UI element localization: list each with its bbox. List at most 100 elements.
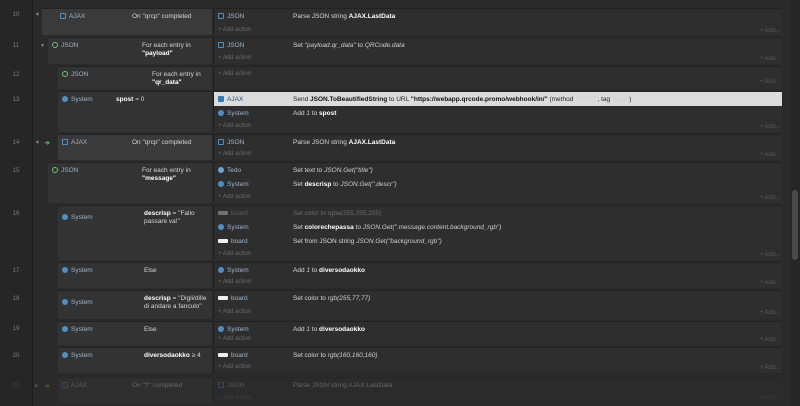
condition[interactable]: JSON For each entry in "payload": [48, 37, 212, 64]
add-row-link[interactable]: + Add...: [759, 28, 780, 34]
add-action-link[interactable]: + Add action: [218, 123, 251, 129]
loop-icon: [52, 42, 58, 49]
condition-object: System: [71, 352, 93, 359]
add-row-link[interactable]: + Add...: [759, 195, 780, 201]
event-row[interactable]: 15 JSON For each entry in "message" Tedo S…: [0, 162, 800, 203]
actions: AJAX Send JSON.ToBeautifiedString to URL …: [213, 91, 782, 132]
actions: board Set color to rgb(255,77,77) + Add a…: [213, 290, 782, 319]
condition[interactable]: System descrisp = "Fallo passare va!": [58, 205, 212, 260]
add-row-link[interactable]: + Add...: [759, 124, 780, 130]
action[interactable]: JSON Parse JSON string AJAX.LastData: [214, 9, 782, 23]
collapse-icon[interactable]: ▼: [35, 12, 40, 18]
action[interactable]: board Set color to rgb(255,77,77): [214, 291, 782, 305]
condition-text: spost = 0: [116, 96, 145, 103]
collapse-icon[interactable]: ▼: [35, 140, 40, 146]
action[interactable]: board Set color to rgb(160,160,160): [214, 348, 782, 362]
action[interactable]: JSON Parse JSON string AJAX.LastData: [214, 378, 782, 392]
condition-text: On "qrcp" completed: [132, 139, 192, 146]
line-number: 16: [12, 211, 20, 217]
board-icon: [218, 239, 228, 244]
action-disabled[interactable]: board Set color to rgba(255,255,255): [214, 206, 782, 220]
condition[interactable]: System spost = 0: [58, 91, 212, 132]
action-object: board: [231, 210, 248, 217]
event-row[interactable]: 12 JSON For each entry in "qr_data" + Add…: [0, 66, 800, 89]
condition-text: For each entry in "payload": [142, 42, 191, 57]
condition[interactable]: System Else: [58, 262, 212, 288]
event-row[interactable]: 13 System spost = 0 AJAX Send JSON.ToBeau…: [0, 91, 800, 132]
event-row[interactable]: 10 ▼ ➜ AJAX On "qrcp" completed JSONPars…: [0, 8, 800, 35]
action-selected[interactable]: AJAX Send JSON.ToBeautifiedString to URL …: [214, 92, 782, 106]
action-text: Send JSON.ToBeautifiedString to URL "htt…: [293, 96, 632, 103]
add-row-link[interactable]: + Add...: [759, 252, 780, 258]
action-text: Set color to rgb(255,77,77): [293, 295, 371, 302]
add-action-link[interactable]: + Add action: [218, 309, 251, 315]
condition[interactable]: System Else: [58, 321, 212, 345]
event-row[interactable]: 11 ▼ JSON For each entry in "payload" JSO…: [0, 37, 800, 64]
add-row-link[interactable]: + Add...: [759, 56, 780, 62]
condition[interactable]: JSON For each entry in "message": [48, 162, 212, 203]
scrollbar-thumb[interactable]: [792, 190, 798, 260]
add-action-link[interactable]: + Add action: [218, 151, 251, 157]
action-object: System: [227, 110, 249, 117]
line-number: 11: [12, 43, 20, 49]
line-number: 15: [12, 168, 20, 174]
add-action-link[interactable]: + Add action: [218, 395, 251, 401]
add-row-link[interactable]: + Add...: [759, 280, 780, 286]
add-action-link[interactable]: + Add action: [218, 336, 251, 342]
event-row[interactable]: 17 System Else System Add 1 to diversodao…: [0, 262, 800, 288]
condition-object: System: [71, 299, 93, 306]
event-row[interactable]: 19 System Else System Add 1 to diversodao…: [0, 321, 800, 345]
event-row[interactable]: 20 System diversodaokko ≥ 4 board Set col…: [0, 347, 800, 373]
action[interactable]: System Set colorechepassa to JSON.Get(".m…: [214, 220, 782, 234]
action[interactable]: board Set from JSON string JSON.Get("back…: [214, 234, 782, 248]
condition[interactable]: System diversodaokko ≥ 4: [58, 347, 212, 373]
actions: Tedo Set text to JSON.Get("title") System…: [213, 162, 782, 203]
trigger-arrow-icon: ➜: [44, 140, 50, 147]
condition-object: JSON: [61, 167, 79, 174]
expand-icon[interactable]: ▶: [35, 383, 39, 389]
action-object: System: [227, 267, 249, 274]
add-row-link[interactable]: + Add...: [759, 395, 780, 401]
loop-icon: [62, 71, 68, 78]
condition[interactable]: JSON For each entry in "qr_data": [58, 66, 212, 89]
action-object: board: [231, 238, 248, 245]
add-action-link[interactable]: + Add action: [218, 55, 251, 61]
add-action-link[interactable]: + Add action: [218, 194, 251, 200]
action[interactable]: JSON Set "payload.qr_data" to QRCode.data: [214, 38, 782, 52]
condition-object: System: [71, 267, 93, 274]
collapse-icon[interactable]: ▼: [40, 43, 45, 49]
condition-object: System: [71, 96, 93, 103]
action-object: AJAX: [227, 96, 244, 103]
action[interactable]: Tedo Set text to JSON.Get("title"): [214, 163, 782, 177]
condition[interactable]: AJAX On "?" completed: [58, 377, 212, 404]
vertical-scrollbar[interactable]: [790, 0, 800, 406]
action-text: Add 1 to diversodaokko: [293, 326, 365, 333]
add-action-link[interactable]: + Add action: [218, 279, 251, 285]
add-row-link[interactable]: + Add...: [759, 310, 780, 316]
add-row-link[interactable]: + Add...: [759, 152, 780, 158]
action[interactable]: System Set descrisp to JSON.Get(".descr"): [214, 177, 782, 191]
add-action-link[interactable]: + Add action: [218, 364, 251, 370]
event-row[interactable]: 16 System descrisp = "Fallo passare va!" …: [0, 205, 800, 260]
condition[interactable]: AJAX On "qrcp" completed: [58, 134, 212, 160]
add-action-link[interactable]: + Add action: [218, 71, 251, 77]
action[interactable]: System Add 1 to diversodaokko: [214, 263, 782, 277]
add-row-link[interactable]: + Add...: [759, 337, 780, 343]
action[interactable]: System Add 1 to spost: [214, 106, 782, 120]
event-row-disabled[interactable]: 21 ▶ ➜ AJAX On "?" completed JSON Parse J…: [0, 377, 800, 404]
action[interactable]: System Add 1 to diversodaokko: [214, 322, 782, 336]
add-action-link[interactable]: + Add action: [218, 251, 251, 257]
event-row[interactable]: 14 ▼ ➜ AJAX On "qrcp" completed JSON Pars…: [0, 134, 800, 160]
condition-object: AJAX: [71, 382, 88, 389]
event-row[interactable]: 18 System descrisp = "Digli/dille di anda…: [0, 290, 800, 319]
json-icon: [218, 42, 224, 49]
add-row-link[interactable]: + Add...: [759, 365, 780, 371]
condition-text: Else: [144, 267, 157, 274]
action-text: Set "payload.qr_data" to QRCode.data: [293, 42, 405, 49]
condition[interactable]: AJAX On "qrcp" completed: [42, 8, 212, 35]
action-object: board: [231, 295, 248, 302]
add-action-link[interactable]: + Add action: [218, 27, 251, 33]
condition[interactable]: System descrisp = "Digli/dille di andare …: [58, 290, 212, 319]
action[interactable]: JSON Parse JSON string AJAX.LastData: [214, 135, 782, 149]
add-row-link[interactable]: + Add...: [759, 79, 780, 85]
